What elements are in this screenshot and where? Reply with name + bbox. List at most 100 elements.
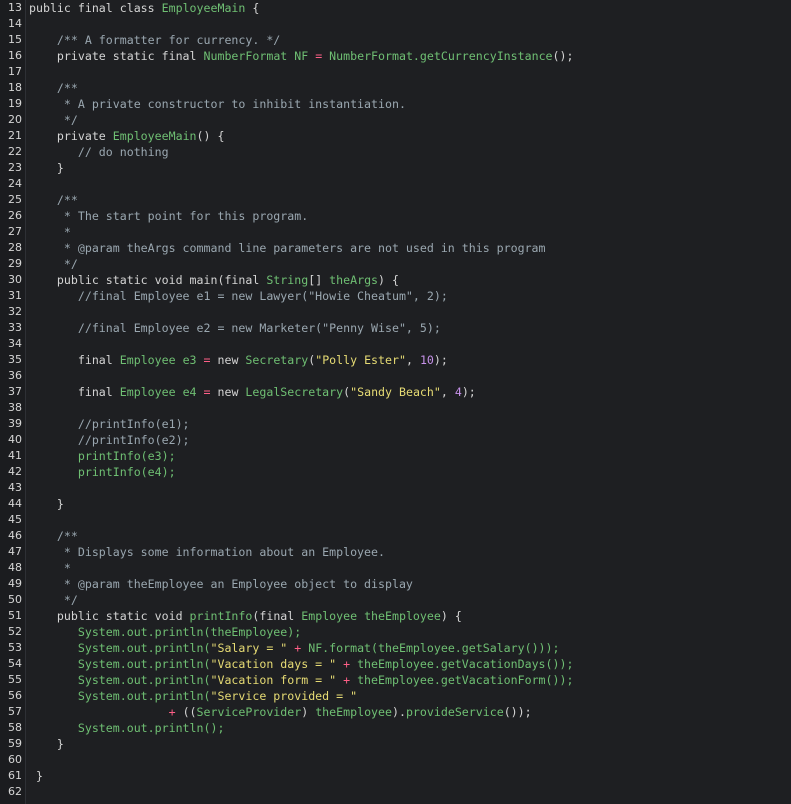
- code-token: ) {: [440, 609, 462, 623]
- code-text: System.out.println("Vacation days = " + …: [29, 656, 574, 672]
- code-token: "Vacation days = ": [210, 657, 337, 671]
- line-number: 37: [8, 385, 22, 398]
- code-token: */: [29, 257, 78, 271]
- line-number: 33: [8, 321, 22, 334]
- code-token: System.out.println(: [29, 641, 211, 655]
- code-text: printInfo(e3);: [29, 448, 176, 464]
- code-text: public final class EmployeeMain {: [29, 0, 259, 16]
- code-text: }: [29, 160, 64, 176]
- code-text: System.out.println("Vacation form = " + …: [29, 672, 574, 688]
- code-token: ,: [440, 385, 455, 399]
- line-number: 53: [8, 641, 22, 654]
- code-token: ).: [391, 705, 406, 719]
- code-token: );: [433, 353, 448, 367]
- code-text: System.out.println("Salary = " + NF.form…: [29, 640, 560, 656]
- code-text: printInfo(e4);: [29, 464, 176, 480]
- code-token: new: [210, 385, 246, 399]
- code-token: printInfo(e4);: [29, 465, 176, 479]
- code-token: Secretary: [245, 353, 309, 367]
- code-token: 4: [454, 385, 462, 399]
- code-token: "Service provided = ": [210, 689, 358, 703]
- code-text: */: [29, 256, 78, 272]
- code-text: System.out.println();: [29, 720, 225, 736]
- code-token: private static final: [29, 49, 204, 63]
- code-token: theEmployee: [315, 705, 392, 719]
- line-number: 25: [8, 193, 22, 206]
- line-number: 31: [8, 289, 22, 302]
- line-number: 42: [8, 465, 22, 478]
- code-text: private static final NumberFormat NF = N…: [29, 48, 574, 64]
- line-number: 20: [8, 113, 22, 126]
- line-number: 48: [8, 561, 22, 574]
- code-token: main(final: [189, 273, 267, 287]
- code-token: EmployeeMain: [161, 1, 246, 15]
- code-text: System.out.println(theEmployee);: [29, 624, 301, 640]
- code-text: *: [29, 224, 71, 240]
- code-text: * Displays some information about an Emp…: [29, 544, 385, 560]
- line-number: 49: [8, 577, 22, 590]
- code-token: String: [266, 273, 309, 287]
- code-token: "Polly Ester": [315, 353, 406, 367]
- line-number: 41: [8, 449, 22, 462]
- line-number: 19: [8, 97, 22, 110]
- code-token: ): [301, 705, 316, 719]
- code-text: public static void main(final String[] t…: [29, 272, 399, 288]
- line-number: 24: [8, 177, 22, 190]
- code-token: }: [29, 497, 64, 511]
- code-token: /** A formatter for currency. */: [29, 33, 281, 47]
- code-text: }: [29, 496, 64, 512]
- code-text: public static void printInfo(final Emplo…: [29, 608, 462, 624]
- code-token: * Displays some information about an Emp…: [29, 545, 385, 559]
- code-token: []: [308, 273, 330, 287]
- code-token: provideService: [405, 705, 504, 719]
- code-token: * A private constructor to inhibit insta…: [29, 97, 406, 111]
- code-token: printInfo(e3);: [29, 449, 176, 463]
- code-token: }: [29, 161, 64, 175]
- line-number: 29: [8, 257, 22, 270]
- line-number: 18: [8, 81, 22, 94]
- code-text: //printInfo(e1);: [29, 416, 190, 432]
- code-token: EmployeeMain: [112, 129, 197, 143]
- line-number: 26: [8, 209, 22, 222]
- line-number: 61: [8, 769, 22, 782]
- code-token: System.out.println(: [29, 689, 211, 703]
- code-text: final Employee e3 = new Secretary("Polly…: [29, 352, 448, 368]
- code-token: System.out.println(: [29, 673, 211, 687]
- line-number: 55: [8, 673, 22, 686]
- code-token: theEmployee.getVacationDays());: [357, 657, 574, 671]
- line-number: 43: [8, 481, 22, 494]
- code-token: Employee e4: [119, 385, 204, 399]
- line-number: 35: [8, 353, 22, 366]
- code-token: System.out.println(: [29, 657, 211, 671]
- code-token: theArgs: [329, 273, 379, 287]
- line-number: 50: [8, 593, 22, 606]
- code-token: * The start point for this program.: [29, 209, 309, 223]
- code-token: ());: [503, 705, 532, 719]
- code-token: =: [203, 353, 211, 367]
- line-number: 47: [8, 545, 22, 558]
- line-number: 14: [8, 17, 22, 30]
- code-token: // do nothing: [29, 145, 169, 159]
- code-token: * @param theArgs command line parameters…: [29, 241, 546, 255]
- code-token: ((: [182, 705, 197, 719]
- code-token: LegalSecretary: [245, 385, 344, 399]
- code-token: ServiceProvider: [196, 705, 302, 719]
- code-text: //final Employee e1 = new Lawyer("Howie …: [29, 288, 448, 304]
- code-token: /**: [29, 529, 78, 543]
- line-number: 40: [8, 433, 22, 446]
- line-number: 28: [8, 241, 22, 254]
- code-token: /**: [29, 193, 78, 207]
- code-token: theEmployee.getVacationForm());: [357, 673, 574, 687]
- code-token: /**: [29, 81, 78, 95]
- code-token: System.out.println(theEmployee);: [29, 625, 302, 639]
- code-text: //printInfo(e2);: [29, 432, 190, 448]
- code-token: new: [210, 353, 246, 367]
- line-number: 57: [8, 705, 22, 718]
- code-token: */: [29, 593, 78, 607]
- code-text: /**: [29, 528, 78, 544]
- code-token: System.out.println();: [29, 721, 225, 735]
- code-token: *: [29, 225, 71, 239]
- code-token: final: [29, 353, 120, 367]
- line-number: 39: [8, 417, 22, 430]
- code-editor[interactable]: 13 public final class EmployeeMain {14 15 …: [0, 0, 791, 804]
